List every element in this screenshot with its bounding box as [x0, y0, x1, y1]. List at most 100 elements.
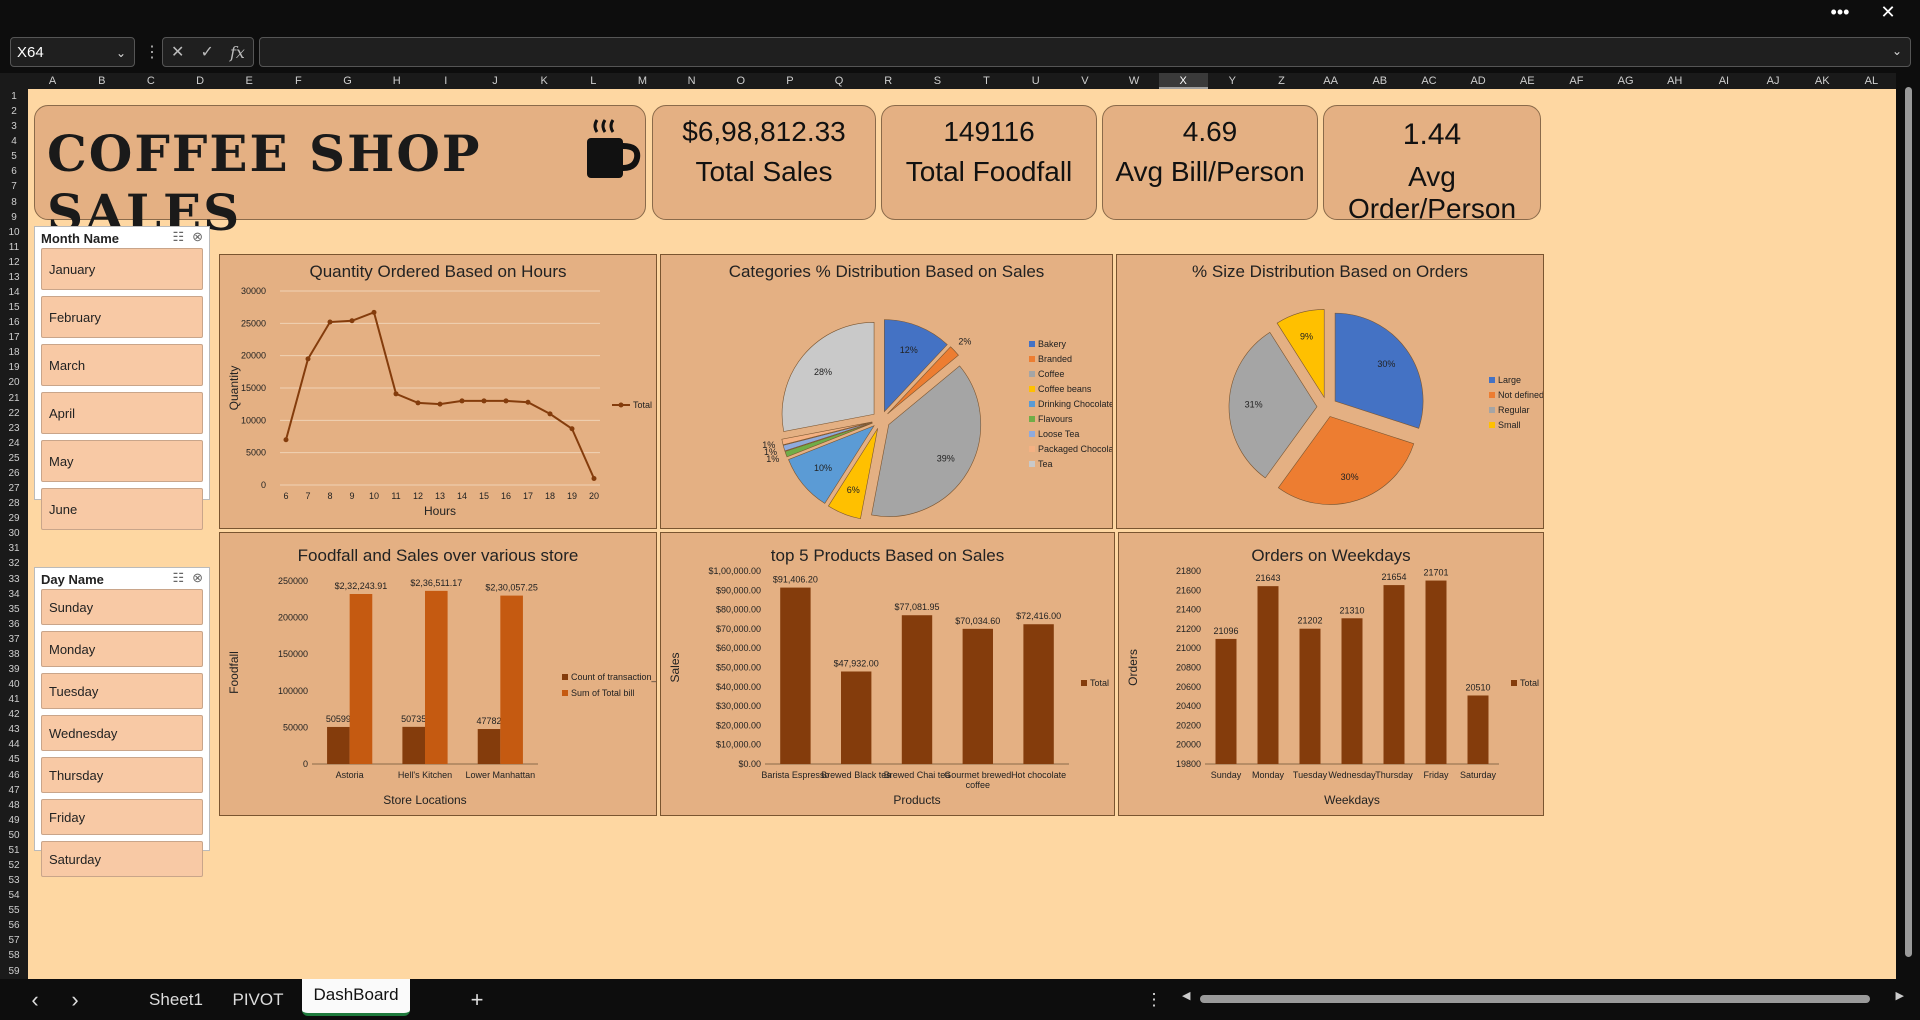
- fx-icon[interactable]: fx: [230, 43, 245, 62]
- tab-pivot[interactable]: PIVOT: [222, 979, 294, 1020]
- tab-sheet1[interactable]: Sheet1: [140, 979, 212, 1020]
- row-header[interactable]: 55: [0, 903, 28, 918]
- column-header[interactable]: U: [1011, 73, 1060, 89]
- tab-menu-icon[interactable]: ⋮: [1142, 979, 1166, 1020]
- vertical-scrollbar[interactable]: [1896, 73, 1920, 979]
- slicer-item-monday[interactable]: Monday: [41, 631, 203, 667]
- chart-panel-stores[interactable]: Foodfall and Sales over various store 0 50…: [219, 532, 664, 816]
- column-header[interactable]: AA: [1306, 73, 1355, 89]
- slicer-item-sunday[interactable]: Sunday: [41, 589, 203, 625]
- column-header[interactable]: AB: [1355, 73, 1404, 89]
- chart-panel-hours[interactable]: Quantity Ordered Based on Hours 0 5000 1000…: [219, 254, 657, 529]
- slicer-item-friday[interactable]: Friday: [41, 799, 203, 835]
- clear-filter-icon[interactable]: ⊗: [192, 229, 203, 245]
- slicer-item-april[interactable]: April: [41, 392, 203, 434]
- horizontal-scrollbar[interactable]: ◀ ▶: [1182, 990, 1904, 1006]
- column-header[interactable]: O: [716, 73, 765, 89]
- column-header[interactable]: W: [1109, 73, 1158, 89]
- row-header[interactable]: 21: [0, 391, 28, 406]
- row-header[interactable]: 7: [0, 179, 28, 194]
- multi-select-icon[interactable]: ☷: [172, 229, 184, 245]
- row-header[interactable]: 24: [0, 436, 28, 451]
- scrollbar-thumb[interactable]: [1905, 87, 1912, 957]
- row-header[interactable]: 27: [0, 481, 28, 496]
- row-header[interactable]: 30: [0, 526, 28, 541]
- row-header[interactable]: 4: [0, 134, 28, 149]
- column-header[interactable]: AL: [1847, 73, 1896, 89]
- next-sheet-icon[interactable]: ›: [60, 979, 90, 1020]
- row-header[interactable]: 32: [0, 556, 28, 571]
- row-header[interactable]: 49: [0, 813, 28, 828]
- add-sheet-icon[interactable]: +: [462, 979, 492, 1020]
- check-icon[interactable]: ✓: [201, 42, 214, 62]
- chart-panel-size[interactable]: % Size Distribution Based on Orders 30% 30…: [1116, 254, 1544, 529]
- row-header[interactable]: 47: [0, 783, 28, 798]
- row-header[interactable]: 2: [0, 104, 28, 119]
- column-header[interactable]: I: [421, 73, 470, 89]
- row-header[interactable]: 9: [0, 210, 28, 225]
- column-header[interactable]: AG: [1601, 73, 1650, 89]
- column-header[interactable]: D: [175, 73, 224, 89]
- column-header[interactable]: T: [962, 73, 1011, 89]
- column-header[interactable]: AH: [1650, 73, 1699, 89]
- scrollbar-thumb[interactable]: [1200, 995, 1870, 1003]
- row-header[interactable]: 26: [0, 466, 28, 481]
- row-header[interactable]: 57: [0, 933, 28, 948]
- slicer-item-january[interactable]: January: [41, 248, 203, 290]
- row-header[interactable]: 40: [0, 677, 28, 692]
- column-header[interactable]: H: [372, 73, 421, 89]
- row-header[interactable]: 59: [0, 964, 28, 979]
- column-header[interactable]: AE: [1503, 73, 1552, 89]
- multi-select-icon[interactable]: ☷: [172, 570, 184, 586]
- column-header[interactable]: X: [1158, 73, 1208, 89]
- row-header[interactable]: 37: [0, 632, 28, 647]
- vertical-dots-icon[interactable]: ⋮: [144, 42, 160, 62]
- row-header[interactable]: 5: [0, 149, 28, 164]
- chevron-down-icon[interactable]: ⌄: [116, 38, 126, 68]
- column-header[interactable]: AF: [1552, 73, 1601, 89]
- row-header[interactable]: 42: [0, 707, 28, 722]
- column-header[interactable]: S: [913, 73, 962, 89]
- column-header[interactable]: AK: [1798, 73, 1847, 89]
- row-header[interactable]: 15: [0, 300, 28, 315]
- select-all-corner[interactable]: [0, 73, 28, 89]
- column-header[interactable]: AJ: [1748, 73, 1797, 89]
- slicer-item-thursday[interactable]: Thursday: [41, 757, 203, 793]
- more-options-icon[interactable]: •••: [1820, 0, 1860, 25]
- column-header[interactable]: N: [667, 73, 716, 89]
- row-header[interactable]: 50: [0, 828, 28, 843]
- row-header[interactable]: 45: [0, 752, 28, 767]
- row-header[interactable]: 23: [0, 421, 28, 436]
- chevron-down-icon[interactable]: ⌄: [1892, 44, 1902, 58]
- row-header[interactable]: 39: [0, 662, 28, 677]
- row-header[interactable]: 46: [0, 768, 28, 783]
- slicer-item-tuesday[interactable]: Tuesday: [41, 673, 203, 709]
- row-header[interactable]: 53: [0, 873, 28, 888]
- slicer-item-february[interactable]: February: [41, 296, 203, 338]
- row-header[interactable]: 1: [0, 89, 28, 104]
- column-header[interactable]: V: [1060, 73, 1109, 89]
- row-header[interactable]: 44: [0, 737, 28, 752]
- row-header[interactable]: 28: [0, 496, 28, 511]
- row-header[interactable]: 33: [0, 572, 28, 587]
- row-header[interactable]: 11: [0, 240, 28, 255]
- column-header[interactable]: Z: [1257, 73, 1306, 89]
- row-header[interactable]: 58: [0, 948, 28, 963]
- row-header[interactable]: 18: [0, 345, 28, 360]
- slicer-item-june[interactable]: June: [41, 488, 203, 530]
- column-header[interactable]: B: [77, 73, 126, 89]
- scroll-right-icon[interactable]: ▶: [1896, 989, 1904, 1002]
- column-header[interactable]: R: [864, 73, 913, 89]
- row-header[interactable]: 20: [0, 375, 28, 390]
- column-header[interactable]: M: [618, 73, 667, 89]
- column-header[interactable]: F: [274, 73, 323, 89]
- slicer-item-march[interactable]: March: [41, 344, 203, 386]
- row-header[interactable]: 38: [0, 647, 28, 662]
- close-icon[interactable]: ✕: [1868, 0, 1908, 25]
- column-header[interactable]: Y: [1208, 73, 1257, 89]
- column-header[interactable]: Q: [815, 73, 864, 89]
- column-header[interactable]: AC: [1404, 73, 1453, 89]
- row-header[interactable]: 22: [0, 406, 28, 421]
- scroll-left-icon[interactable]: ◀: [1182, 989, 1190, 1002]
- column-header[interactable]: AI: [1699, 73, 1748, 89]
